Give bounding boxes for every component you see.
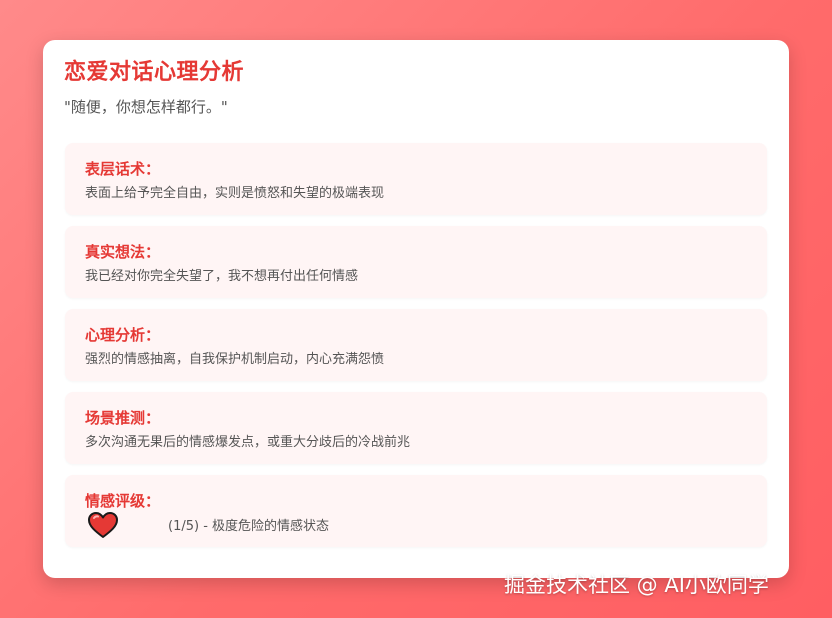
section-psychology: 心理分析： 强烈的情感抽离，自我保护机制启动，内心充满怨愤 [65, 309, 767, 381]
section-text: 多次沟通无果后的情感爆发点，或重大分歧后的冷战前兆 [85, 435, 411, 450]
section-surface-talk: 表层话术： 表面上给予完全自由，实则是愤怒和失望的极端表现 [65, 143, 767, 215]
section-label: 心理分析： [85, 326, 161, 344]
section-label: 表层话术： [85, 160, 161, 178]
section-real-thought: 真实想法： 我已经对你完全失望了，我不想再付出任何情感 [65, 226, 767, 298]
section-text: 表面上给予完全自由，实则是愤怒和失望的极端表现 [85, 186, 385, 201]
section-text: 我已经对你完全失望了，我不想再付出任何情感 [85, 269, 359, 284]
page-title: 恋爱对话心理分析 [64, 60, 245, 85]
section-label: 真实想法： [85, 243, 161, 261]
section-text: 强烈的情感抽离，自我保护机制启动，内心充满怨愤 [85, 352, 385, 367]
quote-text: "随便，你想怎样都行。" [64, 98, 228, 116]
analysis-card: 恋爱对话心理分析 "随便，你想怎样都行。" 表层话术： 表面上给予完全自由，实则… [43, 40, 789, 578]
section-scenario: 场景推测： 多次沟通无果后的情感爆发点，或重大分歧后的冷战前兆 [65, 392, 767, 464]
section-label: 情感评级： [85, 492, 161, 510]
watermark: 掘金技术社区 @ AI小欧同学 [504, 573, 769, 597]
rating-text: (1/5) - 极度危险的情感状态 [168, 519, 330, 534]
section-label: 场景推测： [85, 409, 161, 427]
heart-icon [88, 512, 118, 538]
section-rating: 情感评级： (1/5) - 极度危险的情感状态 [65, 475, 767, 547]
